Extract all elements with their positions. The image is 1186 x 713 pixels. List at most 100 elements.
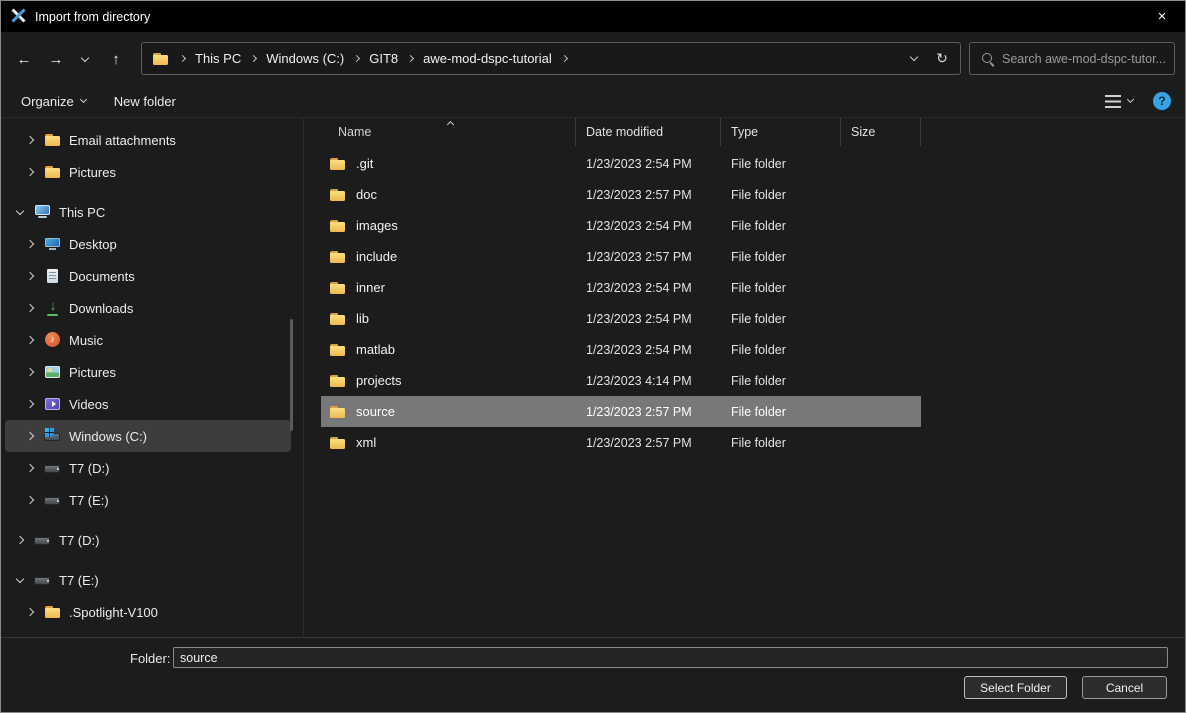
sidebar-item-this-pc[interactable]: This PC: [5, 196, 291, 228]
column-header-size[interactable]: Size: [841, 118, 921, 146]
sidebar-item-videos[interactable]: Videos: [5, 388, 291, 420]
sidebar-item-email-attachments[interactable]: Email attachments: [5, 124, 291, 156]
folder-input[interactable]: [173, 647, 1168, 668]
address-dropdown-button[interactable]: [900, 45, 928, 73]
folder-label: Folder:: [130, 651, 170, 666]
file-row-images[interactable]: images1/23/2023 2:54 PMFile folder: [321, 210, 921, 241]
sidebar-item-label: Documents: [69, 269, 135, 284]
sidebar-tree: Email attachments Pictures This PC Desktop D…: [1, 118, 304, 639]
file-row-git[interactable]: .git1/23/2023 2:54 PMFile folder: [321, 148, 921, 179]
chevron-down-icon[interactable]: [13, 579, 27, 582]
sidebar-item-downloads[interactable]: Downloads: [5, 292, 291, 324]
app-icon: [11, 8, 26, 26]
chevron-right-icon[interactable]: [23, 241, 37, 247]
sidebar-item-t7-d[interactable]: T7 (D:): [5, 452, 291, 484]
breadcrumb-item-git8[interactable]: GIT8: [369, 51, 398, 66]
breadcrumb-item-awe-mod-dspc-tutorial[interactable]: awe-mod-dspc-tutorial: [423, 51, 552, 66]
drive-icon: [44, 492, 62, 508]
file-name: lib: [356, 311, 369, 326]
organize-button[interactable]: Organize: [21, 94, 86, 109]
sidebar-item-documents[interactable]: Documents: [5, 260, 291, 292]
folder-icon: [44, 604, 62, 620]
chevron-right-icon[interactable]: [23, 497, 37, 503]
file-row-include[interactable]: include1/23/2023 2:57 PMFile folder: [321, 241, 921, 272]
chevron-right-icon[interactable]: [23, 465, 37, 471]
file-date: 1/23/2023 2:57 PM: [576, 188, 721, 202]
chevron-right-icon[interactable]: [23, 169, 37, 175]
new-folder-label: New folder: [114, 94, 176, 109]
sidebar-item-windows-c[interactable]: Windows (C:): [5, 420, 291, 452]
chevron-right-icon[interactable]: [23, 433, 37, 439]
toolbar: Organize New folder ?: [1, 85, 1185, 118]
sidebar-item-label: Pictures: [69, 365, 116, 380]
file-row-doc[interactable]: doc1/23/2023 2:57 PMFile folder: [321, 179, 921, 210]
chevron-right-icon[interactable]: [23, 305, 37, 311]
new-folder-button[interactable]: New folder: [114, 94, 176, 109]
sidebar-item-pictures[interactable]: Pictures: [5, 356, 291, 388]
sidebar-item-label: Email attachments: [69, 133, 176, 148]
select-folder-button[interactable]: Select Folder: [964, 676, 1067, 699]
view-options-button[interactable]: [1105, 95, 1133, 108]
file-name: matlab: [356, 342, 395, 357]
sidebar-item-music[interactable]: Music: [5, 324, 291, 356]
sidebar-item-desktop[interactable]: Desktop: [5, 228, 291, 260]
recent-locations-button[interactable]: [73, 44, 97, 74]
column-header-type[interactable]: Type: [721, 118, 841, 146]
sidebar-item-t7-d[interactable]: T7 (D:): [5, 524, 291, 556]
cancel-button[interactable]: Cancel: [1082, 676, 1167, 699]
chevron-right-icon[interactable]: [23, 137, 37, 143]
chevron-down-icon: [910, 53, 918, 61]
file-type: File folder: [721, 219, 841, 233]
file-row-projects[interactable]: projects1/23/2023 4:14 PMFile folder: [321, 365, 921, 396]
desktop-icon: [44, 236, 62, 252]
sidebar-item-label: Music: [69, 333, 103, 348]
videos-icon: [44, 396, 62, 412]
chevron-down-icon: [81, 53, 89, 61]
file-date: 1/23/2023 2:54 PM: [576, 343, 721, 357]
chevron-right-icon[interactable]: [23, 369, 37, 375]
chevron-down-icon[interactable]: [13, 211, 27, 214]
sidebar-scrollbar-thumb[interactable]: [290, 319, 293, 431]
chevron-right-icon[interactable]: [13, 537, 27, 543]
folder-icon: [329, 404, 347, 420]
breadcrumb-item-this-pc[interactable]: This PC: [195, 51, 241, 66]
chevron-right-icon[interactable]: [23, 273, 37, 279]
drive-windows-icon: [44, 428, 62, 444]
file-row-lib[interactable]: lib1/23/2023 2:54 PMFile folder: [321, 303, 921, 334]
up-button[interactable]: ↑: [101, 44, 131, 74]
folder-icon: [329, 311, 347, 327]
sidebar-item-label: T7 (D:): [69, 461, 109, 476]
sidebar-item-t7-e[interactable]: T7 (E:): [5, 564, 291, 596]
sidebar-item-label: Windows (C:): [69, 429, 147, 444]
file-row-source[interactable]: source1/23/2023 2:57 PMFile folder: [321, 396, 921, 427]
close-button[interactable]: ×: [1139, 1, 1185, 32]
sidebar-item-spotlight-v100[interactable]: .Spotlight-V100: [5, 596, 291, 628]
sidebar-item-t7-e[interactable]: T7 (E:): [5, 484, 291, 516]
sidebar-item-pictures[interactable]: Pictures: [5, 156, 291, 188]
sidebar-item-label: T7 (E:): [59, 573, 99, 588]
column-header-date-modified[interactable]: Date modified: [576, 118, 721, 146]
folder-icon: [44, 132, 62, 148]
help-button[interactable]: ?: [1153, 92, 1171, 110]
documents-icon: [44, 268, 62, 284]
file-row-inner[interactable]: inner1/23/2023 2:54 PMFile folder: [321, 272, 921, 303]
chevron-right-icon[interactable]: [23, 401, 37, 407]
address-bar[interactable]: This PC Windows (C:) GIT8 awe-mod-dspc-tuto…: [141, 42, 961, 75]
refresh-button[interactable]: ↻: [928, 45, 956, 73]
navigation-bar: ← → ↑ This PC Windows (C:) GIT8 awe-mod-dsp…: [1, 32, 1185, 85]
search-input[interactable]: [1002, 52, 1166, 66]
chevron-right-icon[interactable]: [23, 337, 37, 343]
sidebar-item-label: This PC: [59, 205, 105, 220]
column-header-name[interactable]: Name: [321, 118, 576, 146]
file-row-xml[interactable]: xml1/23/2023 2:57 PMFile folder: [321, 427, 921, 458]
back-button[interactable]: ←: [9, 44, 39, 74]
forward-button[interactable]: →: [41, 44, 71, 74]
file-type: File folder: [721, 157, 841, 171]
search-icon: [981, 52, 995, 66]
chevron-right-icon[interactable]: [23, 609, 37, 615]
search-box: [969, 42, 1175, 75]
file-row-matlab[interactable]: matlab1/23/2023 2:54 PMFile folder: [321, 334, 921, 365]
breadcrumb-item-windows-c[interactable]: Windows (C:): [266, 51, 344, 66]
music-icon: [44, 332, 62, 348]
breadcrumb-separator-icon: [251, 56, 256, 61]
